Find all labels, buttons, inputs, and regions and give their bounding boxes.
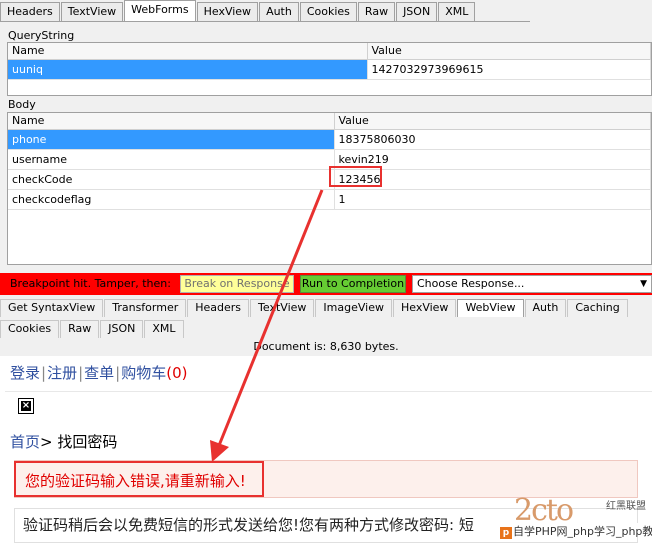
watermark: 2cto 红黑联盟 p 自学PHP网_php学习_php教 — [500, 493, 652, 543]
watermark-caption: p 自学PHP网_php学习_php教 — [500, 523, 652, 539]
watermark-side-text: 红黑联盟 — [606, 501, 646, 512]
php-badge-icon: p — [500, 527, 512, 539]
annotation-arrow — [210, 189, 324, 462]
